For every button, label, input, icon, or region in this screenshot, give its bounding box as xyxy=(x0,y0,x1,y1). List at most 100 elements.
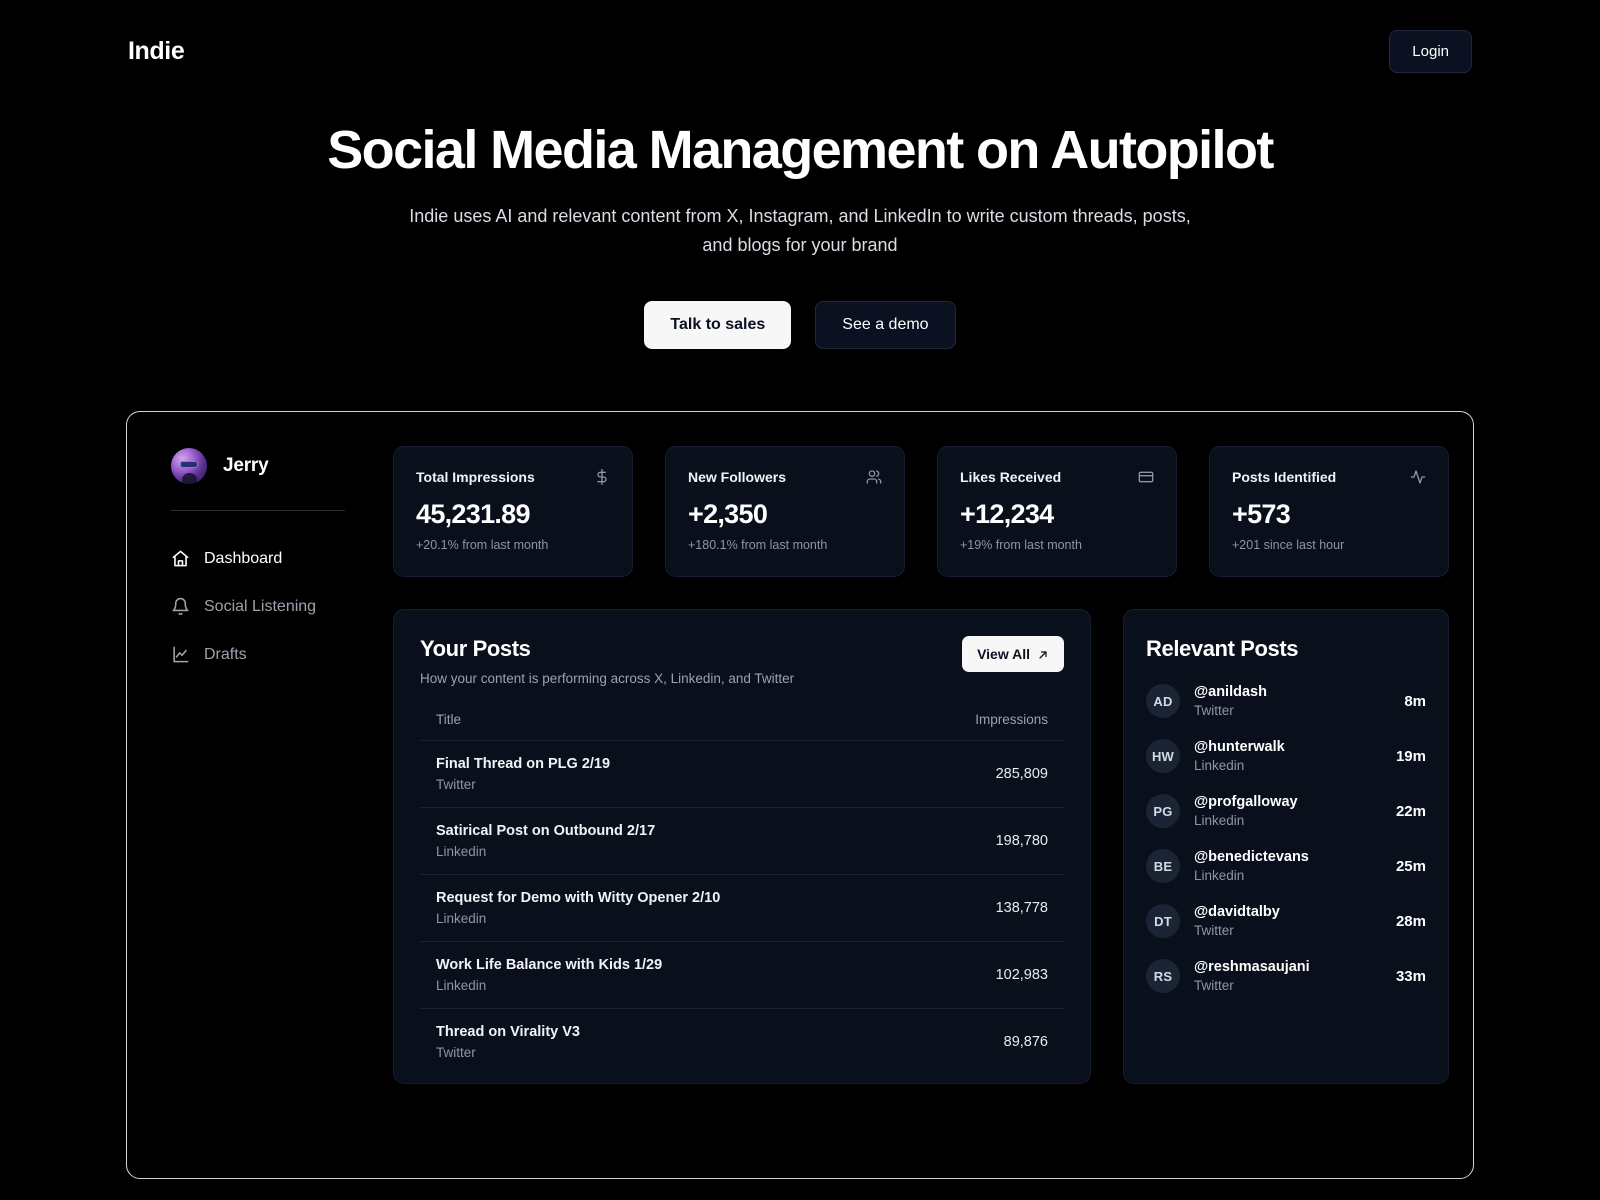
account-info: @profgalloway Linkedin xyxy=(1194,794,1382,828)
avatar: DT xyxy=(1146,904,1180,938)
list-item[interactable]: BE @benedictevans Linkedin 25m xyxy=(1146,849,1426,883)
dashboard-preview: Jerry Dashboard Social Listening Drafts … xyxy=(126,411,1474,1179)
sidebar-item-drafts[interactable]: Drafts xyxy=(171,637,371,672)
dashboard-sidebar: Jerry Dashboard Social Listening Drafts xyxy=(149,434,371,1156)
arrow-up-right-icon xyxy=(1037,648,1049,660)
brand-logo[interactable]: Indie xyxy=(128,37,185,66)
talk-to-sales-button[interactable]: Talk to sales xyxy=(644,300,792,349)
table-row[interactable]: Final Thread on PLG 2/19 Twitter 285,809 xyxy=(420,740,1064,807)
sidebar-item-social-listening[interactable]: Social Listening xyxy=(171,589,371,624)
hero-subtitle: Indie uses AI and relevant content from … xyxy=(409,206,1191,255)
list-item[interactable]: PG @profgalloway Linkedin 22m xyxy=(1146,794,1426,828)
account-platform: Linkedin xyxy=(1194,758,1245,773)
avatar: BE xyxy=(1146,849,1180,883)
post-impressions: 102,983 xyxy=(995,967,1048,983)
post-time: 8m xyxy=(1404,692,1426,710)
post-title: Satirical Post on Outbound 2/17 xyxy=(436,823,656,839)
activity-icon xyxy=(1410,469,1426,485)
your-posts-header: Your Posts How your content is performin… xyxy=(420,636,1064,686)
sidebar-nav: Dashboard Social Listening Drafts xyxy=(171,541,371,672)
post-info: Request for Demo with Witty Opener 2/10 … xyxy=(436,890,720,926)
sidebar-item-label: Drafts xyxy=(204,645,247,663)
post-info: Final Thread on PLG 2/19 Twitter xyxy=(436,756,610,792)
stat-card-row: Total Impressions 45,231.89 +20.1% from … xyxy=(393,446,1449,577)
post-impressions: 198,780 xyxy=(995,833,1048,849)
post-impressions: 89,876 xyxy=(1003,1034,1048,1050)
account-platform: Linkedin xyxy=(1194,813,1245,828)
login-button[interactable]: Login xyxy=(1389,29,1472,73)
post-title: Thread on Virality V3 xyxy=(436,1024,580,1040)
panel-title: Relevant Posts xyxy=(1146,636,1299,661)
dashboard-main: Total Impressions 45,231.89 +20.1% from … xyxy=(371,434,1449,1156)
stat-card-header: Posts Identified xyxy=(1232,469,1426,485)
account-handle: @reshmasaujani xyxy=(1194,959,1310,975)
post-title: Request for Demo with Witty Opener 2/10 xyxy=(436,890,721,906)
post-time: 19m xyxy=(1395,747,1426,765)
account-handle: @hunterwalk xyxy=(1194,739,1285,755)
post-time: 22m xyxy=(1395,802,1426,820)
stat-card-header: Total Impressions xyxy=(416,469,610,485)
stat-delta: +19% from last month xyxy=(960,538,1082,552)
stat-card-likes-received: Likes Received +12,234 +19% from last mo… xyxy=(937,446,1177,577)
post-info: Satirical Post on Outbound 2/17 Linkedin xyxy=(436,823,655,859)
stat-delta: +20.1% from last month xyxy=(416,538,549,552)
account-platform: Linkedin xyxy=(1194,868,1245,883)
posts-table: Title Impressions Final Thread on PLG 2/… xyxy=(420,712,1064,1075)
sidebar-item-dashboard[interactable]: Dashboard xyxy=(171,541,371,576)
sidebar-item-label: Dashboard xyxy=(204,549,283,567)
account-handle: @davidtalby xyxy=(1194,904,1280,920)
stat-card-total-impressions: Total Impressions 45,231.89 +20.1% from … xyxy=(393,446,633,577)
stat-card-posts-identified: Posts Identified +573 +201 since last ho… xyxy=(1209,446,1449,577)
hero-title: Social Media Management on Autopilot xyxy=(327,120,1274,180)
avatar: AD xyxy=(1146,684,1180,718)
stat-card-header: New Followers xyxy=(688,469,882,485)
dollar-sign-icon xyxy=(594,469,610,485)
stat-delta: +201 since last hour xyxy=(1232,538,1345,552)
post-platform: Linkedin xyxy=(436,911,487,926)
stat-value: 45,231.89 xyxy=(416,499,531,529)
dashboard-panels: Your Posts How your content is performin… xyxy=(393,609,1449,1084)
table-row[interactable]: Work Life Balance with Kids 1/29 Linkedi… xyxy=(420,941,1064,1008)
column-header-title: Title xyxy=(436,712,462,727)
list-item[interactable]: DT @davidtalby Twitter 28m xyxy=(1146,904,1426,938)
table-row[interactable]: Request for Demo with Witty Opener 2/10 … xyxy=(420,874,1064,941)
post-time: 28m xyxy=(1395,912,1426,930)
stat-label: Total Impressions xyxy=(416,469,535,485)
column-header-impressions: Impressions xyxy=(975,712,1048,727)
post-time: 25m xyxy=(1395,857,1426,875)
view-all-label: View All xyxy=(977,646,1030,662)
post-info: Work Life Balance with Kids 1/29 Linkedi… xyxy=(436,957,662,993)
sidebar-profile[interactable]: Jerry xyxy=(171,448,371,484)
account-info: @davidtalby Twitter xyxy=(1194,904,1382,938)
stat-card-header: Likes Received xyxy=(960,469,1154,485)
account-info: @hunterwalk Linkedin xyxy=(1194,739,1382,773)
post-platform: Linkedin xyxy=(436,844,487,859)
account-platform: Twitter xyxy=(1194,923,1234,938)
list-item[interactable]: HW @hunterwalk Linkedin 19m xyxy=(1146,739,1426,773)
table-row[interactable]: Satirical Post on Outbound 2/17 Linkedin… xyxy=(420,807,1064,874)
account-handle: @anildash xyxy=(1194,684,1267,700)
credit-card-icon xyxy=(1138,469,1154,485)
list-item[interactable]: RS @reshmasaujani Twitter 33m xyxy=(1146,959,1426,993)
stat-value: +12,234 xyxy=(960,499,1054,529)
table-row[interactable]: Thread on Virality V3 Twitter 89,876 xyxy=(420,1008,1064,1075)
see-a-demo-button[interactable]: See a demo xyxy=(815,300,956,349)
relevant-posts-list: AD @anildash Twitter 8m HW @hunterwalk L… xyxy=(1146,684,1426,993)
post-platform: Linkedin xyxy=(436,978,487,993)
account-platform: Twitter xyxy=(1194,703,1234,718)
account-platform: Twitter xyxy=(1194,978,1234,993)
page-root: Indie Login Social Media Management on A… xyxy=(0,0,1600,1200)
relevant-posts-panel: Relevant Posts AD @anildash Twitter 8m H… xyxy=(1123,609,1449,1084)
list-item[interactable]: AD @anildash Twitter 8m xyxy=(1146,684,1426,718)
home-icon xyxy=(171,549,190,568)
panel-subtitle: How your content is performing across X,… xyxy=(420,671,795,686)
stat-value: +573 xyxy=(1232,499,1291,529)
stat-delta: +180.1% from last month xyxy=(688,538,828,552)
posts-table-header: Title Impressions xyxy=(420,712,1064,740)
post-platform: Twitter xyxy=(436,1045,476,1060)
stat-label: Likes Received xyxy=(960,469,1062,485)
line-chart-icon xyxy=(171,645,190,664)
avatar: PG xyxy=(1146,794,1180,828)
view-all-button[interactable]: View All xyxy=(962,636,1064,672)
avatar: HW xyxy=(1146,739,1180,773)
